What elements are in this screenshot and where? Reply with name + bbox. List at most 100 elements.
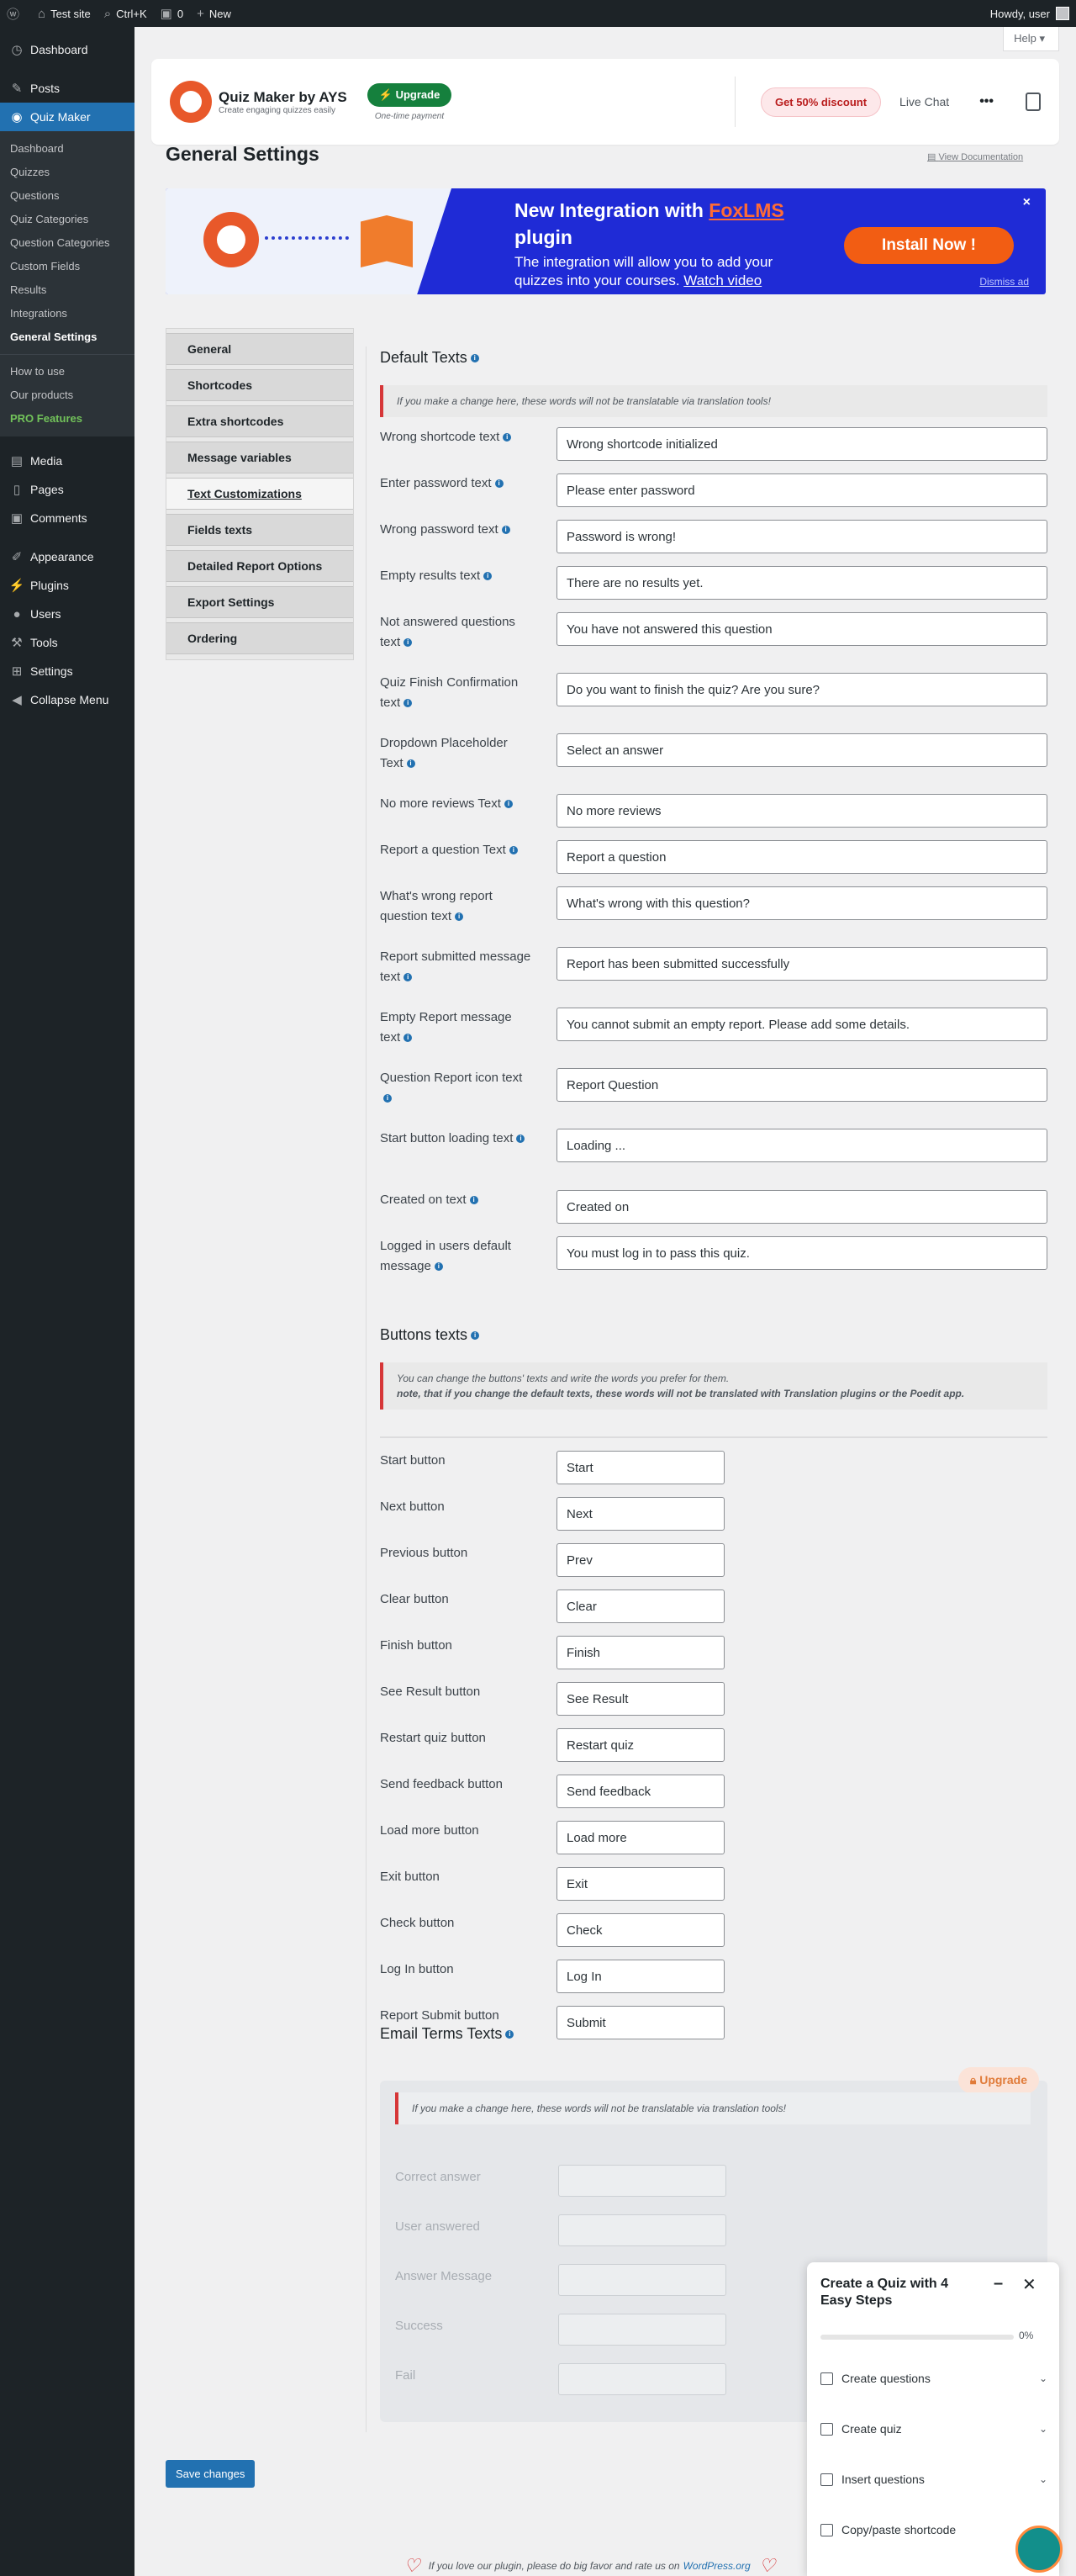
submenu-questions[interactable]: Questions — [0, 184, 134, 208]
more-options-icon[interactable]: ••• — [979, 94, 994, 109]
info-icon[interactable]: i — [509, 846, 518, 855]
view-documentation-link[interactable]: ▤ View Documentation — [927, 151, 1023, 162]
button-text-input[interactable] — [556, 1543, 725, 1577]
info-icon[interactable]: i — [455, 912, 464, 922]
sidebar-item-settings[interactable]: ⊞ Settings — [0, 657, 134, 685]
button-text-input[interactable] — [556, 1636, 725, 1669]
info-icon[interactable]: i — [383, 1094, 392, 1103]
step-item[interactable]: Insert questions ⌄ — [820, 2462, 1047, 2496]
tab-ordering[interactable]: Ordering — [166, 622, 353, 654]
sidebar-item-plugins[interactable]: ⚡ Plugins — [0, 571, 134, 600]
default-text-input[interactable] — [556, 733, 1047, 767]
step-item[interactable]: Create quiz ⌄ — [820, 2412, 1047, 2446]
watch-video-link[interactable]: Watch video — [683, 272, 762, 288]
button-text-input[interactable] — [556, 2006, 725, 2039]
submenu-custom-fields[interactable]: Custom Fields — [0, 255, 134, 278]
sidebar-item-media[interactable]: ▤ Media — [0, 447, 134, 475]
step-checkbox[interactable] — [820, 2372, 833, 2385]
step-item[interactable]: Copy/paste shortcode⌄ — [820, 2513, 1047, 2547]
button-text-input[interactable] — [556, 1821, 725, 1854]
button-text-input[interactable] — [556, 1590, 725, 1623]
sidebar-item-users[interactable]: ● Users — [0, 600, 134, 628]
command-palette-button[interactable]: ⌕ Ctrl+K — [98, 0, 154, 27]
info-icon[interactable]: i — [404, 973, 413, 982]
sidebar-item-posts[interactable]: ✎ Posts — [0, 74, 134, 103]
submenu-integrations[interactable]: Integrations — [0, 302, 134, 325]
tab-export-settings[interactable]: Export Settings — [166, 586, 353, 618]
default-text-input[interactable] — [556, 1190, 1047, 1224]
button-text-input[interactable] — [556, 1960, 725, 1993]
default-text-input[interactable] — [556, 1068, 1047, 1102]
submenu-how-to-use[interactable]: How to use — [0, 360, 134, 383]
sidebar-item-tools[interactable]: ⚒ Tools — [0, 628, 134, 657]
submenu-results[interactable]: Results — [0, 278, 134, 302]
default-text-input[interactable] — [556, 673, 1047, 706]
button-text-input[interactable] — [556, 1451, 725, 1484]
tab-fields-texts[interactable]: Fields texts — [166, 514, 353, 546]
submenu-pro-features[interactable]: PRO Features — [0, 407, 134, 431]
info-icon[interactable]: i — [406, 759, 415, 769]
info-icon[interactable]: i — [501, 526, 510, 535]
sidebar-item-appearance[interactable]: ✐ Appearance — [0, 542, 134, 571]
clipboard-icon[interactable] — [1026, 93, 1041, 111]
info-icon[interactable]: i — [404, 699, 413, 708]
chevron-down-icon[interactable]: ⌄ — [1039, 2423, 1047, 2435]
submenu-quizzes[interactable]: Quizzes — [0, 161, 134, 184]
tab-general[interactable]: General — [166, 333, 353, 365]
info-icon[interactable]: i — [504, 800, 513, 809]
button-text-input[interactable] — [556, 1682, 725, 1716]
button-text-input[interactable] — [556, 1913, 725, 1947]
save-changes-button[interactable]: Save changes — [166, 2460, 256, 2488]
sidebar-item-comments[interactable]: ▣ Comments — [0, 504, 134, 532]
info-icon[interactable]: i — [471, 1331, 480, 1341]
comments-link[interactable]: ▣ 0 — [154, 0, 190, 27]
email-terms-upgrade-button[interactable]: 🔒︎ Upgrade — [957, 2067, 1039, 2093]
default-text-input[interactable] — [556, 473, 1047, 507]
info-icon[interactable]: i — [404, 1034, 413, 1043]
upgrade-button[interactable]: ⚡ Upgrade — [367, 82, 452, 107]
install-now-button[interactable]: Install Now ! — [844, 227, 1014, 264]
tab-extra-shortcodes[interactable]: Extra shortcodes — [166, 405, 353, 437]
minimize-icon[interactable]: – — [994, 2274, 1003, 2293]
button-text-input[interactable] — [556, 1775, 725, 1808]
default-text-input[interactable] — [556, 520, 1047, 553]
chevron-down-icon[interactable]: ⌄ — [1039, 2473, 1047, 2485]
default-text-input[interactable] — [556, 427, 1047, 461]
step-item[interactable]: Create questions ⌄ — [820, 2362, 1047, 2395]
info-icon[interactable]: i — [404, 638, 413, 648]
tab-message-variables[interactable]: Message variables — [166, 442, 353, 473]
close-icon[interactable]: ✕ — [1022, 2274, 1036, 2295]
close-icon[interactable]: × — [1023, 195, 1031, 210]
collapse-menu-button[interactable]: ◀ Collapse Menu — [0, 685, 134, 714]
info-icon[interactable]: i — [483, 572, 493, 581]
dismiss-ad-link[interactable]: Dismiss ad — [979, 276, 1029, 288]
info-icon[interactable]: i — [470, 354, 479, 363]
info-icon[interactable]: i — [434, 1262, 443, 1272]
sidebar-item-pages[interactable]: ▯ Pages — [0, 475, 134, 504]
info-icon[interactable]: i — [494, 479, 504, 489]
default-text-input[interactable] — [556, 1129, 1047, 1162]
wordpress-logo-button[interactable]: ⓦ — [0, 0, 31, 27]
info-icon[interactable]: i — [469, 1196, 478, 1205]
default-text-input[interactable] — [556, 947, 1047, 981]
help-tab-button[interactable]: Help ▾ — [1003, 27, 1059, 51]
submenu-quiz-categories[interactable]: Quiz Categories — [0, 208, 134, 231]
info-icon[interactable]: i — [505, 2030, 514, 2039]
default-text-input[interactable] — [556, 612, 1047, 646]
tab-shortcodes[interactable]: Shortcodes — [166, 369, 353, 401]
default-text-input[interactable] — [556, 794, 1047, 828]
step-checkbox[interactable] — [820, 2523, 833, 2536]
button-text-input[interactable] — [556, 1867, 725, 1901]
submenu-question-categories[interactable]: Question Categories — [0, 231, 134, 255]
site-name-link[interactable]: ⌂ Test site — [31, 0, 98, 27]
step-checkbox[interactable] — [820, 2473, 833, 2486]
sidebar-item-quiz-maker[interactable]: ◉ Quiz Maker — [0, 103, 134, 131]
button-text-input[interactable] — [556, 1728, 725, 1762]
submenu-general-settings[interactable]: General Settings — [0, 325, 134, 349]
foxlms-link[interactable]: FoxLMS — [709, 199, 783, 221]
submenu-dashboard[interactable]: Dashboard — [0, 137, 134, 161]
info-icon[interactable]: i — [516, 1135, 525, 1144]
chat-bubble-button[interactable] — [1015, 2526, 1063, 2573]
live-chat-link[interactable]: Live Chat — [899, 95, 949, 108]
info-icon[interactable]: i — [503, 433, 512, 442]
